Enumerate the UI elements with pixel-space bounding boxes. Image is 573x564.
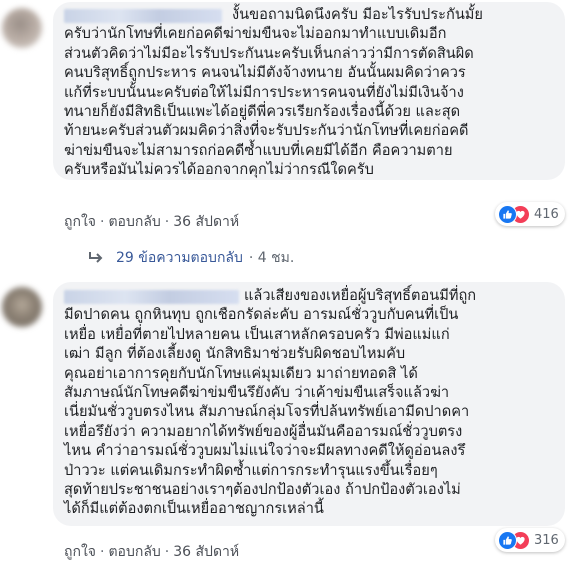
replies-count[interactable]: 29 ข้อความตอบกลับ <box>116 247 243 269</box>
comment-text: งั้นขอถามนิดนึงครับ มีอะไรรับประกันมั้ย … <box>64 6 483 179</box>
reply-arrow-icon <box>88 251 104 265</box>
like-link[interactable]: ถูกใจ <box>64 214 96 230</box>
reply-link[interactable]: ตอบกลับ <box>108 544 160 560</box>
reaction-summary[interactable]: 316 <box>495 528 565 552</box>
comment-text: แล้วเสียงของเหยื่อผู้บริสุทธิ์ตอนมีที่ถู… <box>64 287 477 518</box>
like-link[interactable]: ถูกใจ <box>64 544 96 560</box>
replies-time: · 4 ชม. <box>248 250 295 266</box>
reaction-count: 316 <box>534 532 559 548</box>
reply-link[interactable]: ตอบกลับ <box>108 214 160 230</box>
comment-actions: ถูกใจ · ตอบกลับ · 36 สัปดาห์ <box>64 541 239 563</box>
separator: · <box>164 214 170 230</box>
avatar[interactable] <box>2 8 42 48</box>
timestamp[interactable]: 36 สัปดาห์ <box>173 544 239 560</box>
view-replies-link[interactable]: 29 ข้อความตอบกลับ · 4 ชม. <box>88 247 294 269</box>
like-icon <box>498 530 517 550</box>
like-icon <box>498 204 517 224</box>
reaction-count: 416 <box>534 206 559 222</box>
separator: · <box>100 544 105 560</box>
avatar[interactable] <box>2 287 42 327</box>
timestamp[interactable]: 36 สัปดาห์ <box>173 214 239 230</box>
reaction-summary[interactable]: 416 <box>495 202 565 226</box>
separator: · <box>164 544 170 560</box>
comment-actions: ถูกใจ · ตอบกลับ · 36 สัปดาห์ <box>64 211 239 233</box>
separator: · <box>100 214 105 230</box>
